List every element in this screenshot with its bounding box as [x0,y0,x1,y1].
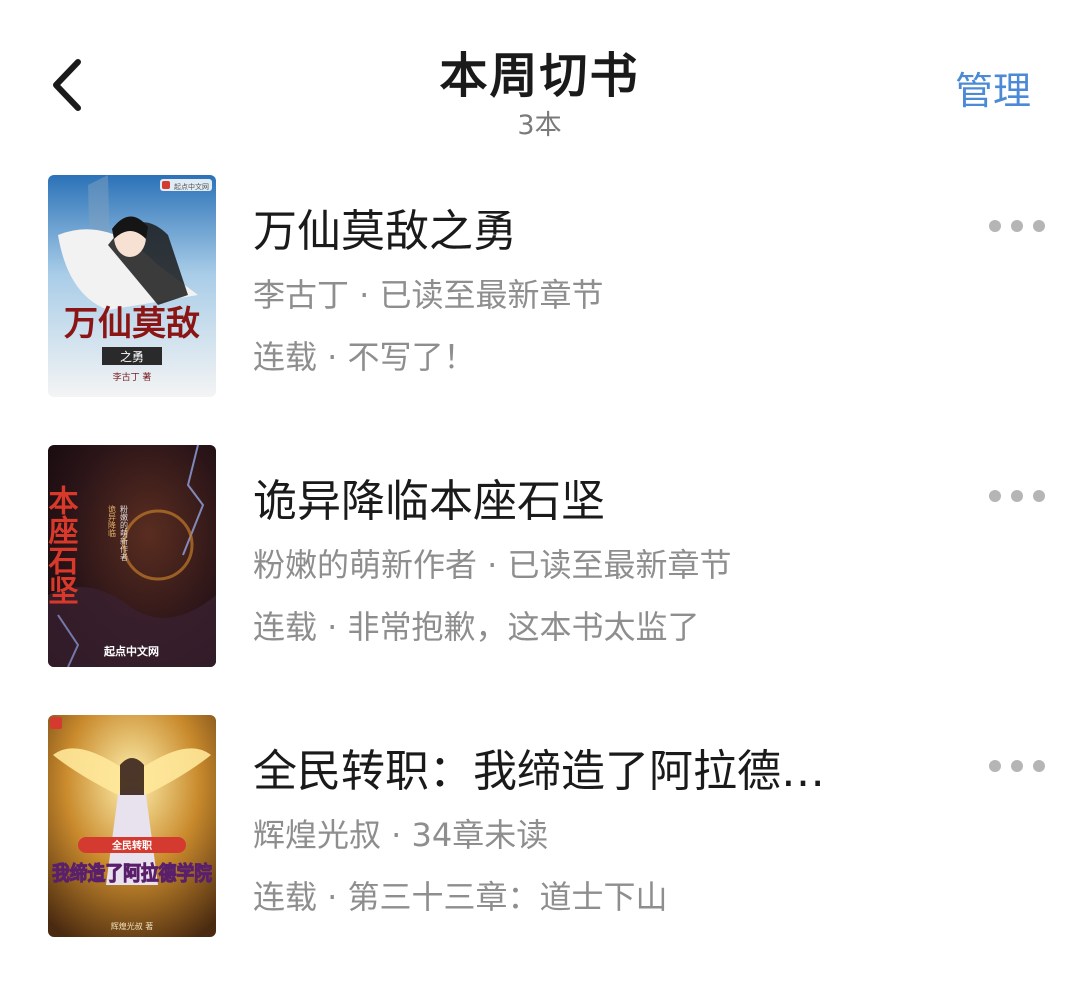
more-dot-icon [1011,760,1023,772]
cover-author: 辉煌光叔 著 [111,921,154,931]
cover-image: 全民转职 我缔造了阿拉德学院 辉煌光叔 著 [48,715,216,937]
page-title: 本周切书 [439,48,640,104]
book-status: 连载 · 非常抱歉，这本书太监了 [253,608,700,646]
cover-subtitle: 全民转职 [111,839,152,852]
cover-author: 李古丁 著 [113,371,152,383]
more-dot-icon [989,490,1001,502]
more-options-button[interactable] [989,755,1045,777]
book-item[interactable]: 本座石坚 诡异降临 粉嫩的萌新作者 起点中文网 诡异降临本座石坚 粉嫩的萌新作者… [0,445,1079,670]
book-cover[interactable]: 起点中文网 万仙莫敌 之勇 李古丁 著 [48,175,216,397]
book-meta: 辉煌光叔 · 34章未读 [253,816,549,854]
cover-title: 本座石坚 [48,485,80,605]
book-title: 万仙莫敌之勇 [253,206,517,257]
cover-publisher: 起点中文网 [174,182,209,191]
cover-author: 粉嫩的萌新作者 [120,504,129,562]
cover-subtitle: 之勇 [120,350,144,364]
cover-title: 万仙莫敌 [64,304,200,344]
book-title: 全民转职：我缔造了阿拉德… [253,746,825,797]
cover-title: 我缔造了阿拉德学院 [52,861,212,885]
manage-button[interactable]: 管理 [955,60,1031,115]
book-meta: 李古丁 · 已读至最新章节 [253,276,604,314]
cover-subtitle: 诡异降临 [108,504,117,538]
book-meta: 粉嫩的萌新作者 · 已读至最新章节 [253,546,732,584]
more-dot-icon [1033,490,1045,502]
more-dot-icon [1033,220,1045,232]
book-item[interactable]: 全民转职 我缔造了阿拉德学院 辉煌光叔 著 全民转职：我缔造了阿拉德… 辉煌光叔… [0,715,1079,940]
more-dot-icon [1033,760,1045,772]
more-dot-icon [1011,490,1023,502]
book-status: 连载 · 第三十三章：道士下山 [253,878,668,916]
cover-image: 起点中文网 万仙莫敌 之勇 李古丁 著 [48,175,216,397]
more-dot-icon [989,760,1001,772]
book-item[interactable]: 起点中文网 万仙莫敌 之勇 李古丁 著 万仙莫敌之勇 李古丁 · 已读至最新章节… [0,175,1079,400]
more-options-button[interactable] [989,215,1045,237]
more-dot-icon [1011,220,1023,232]
more-options-button[interactable] [989,485,1045,507]
book-title: 诡异降临本座石坚 [253,476,605,527]
cover-publisher: 起点中文网 [103,644,159,658]
more-dot-icon [989,220,1001,232]
cover-image: 本座石坚 诡异降临 粉嫩的萌新作者 起点中文网 [48,445,216,667]
book-cover[interactable]: 本座石坚 诡异降临 粉嫩的萌新作者 起点中文网 [48,445,216,667]
book-status: 连载 · 不写了！ [253,338,476,376]
book-cover[interactable]: 全民转职 我缔造了阿拉德学院 辉煌光叔 著 [48,715,216,937]
book-count: 3本 [517,110,562,141]
top-bar: 本周切书 3本 管理 [0,0,1079,150]
